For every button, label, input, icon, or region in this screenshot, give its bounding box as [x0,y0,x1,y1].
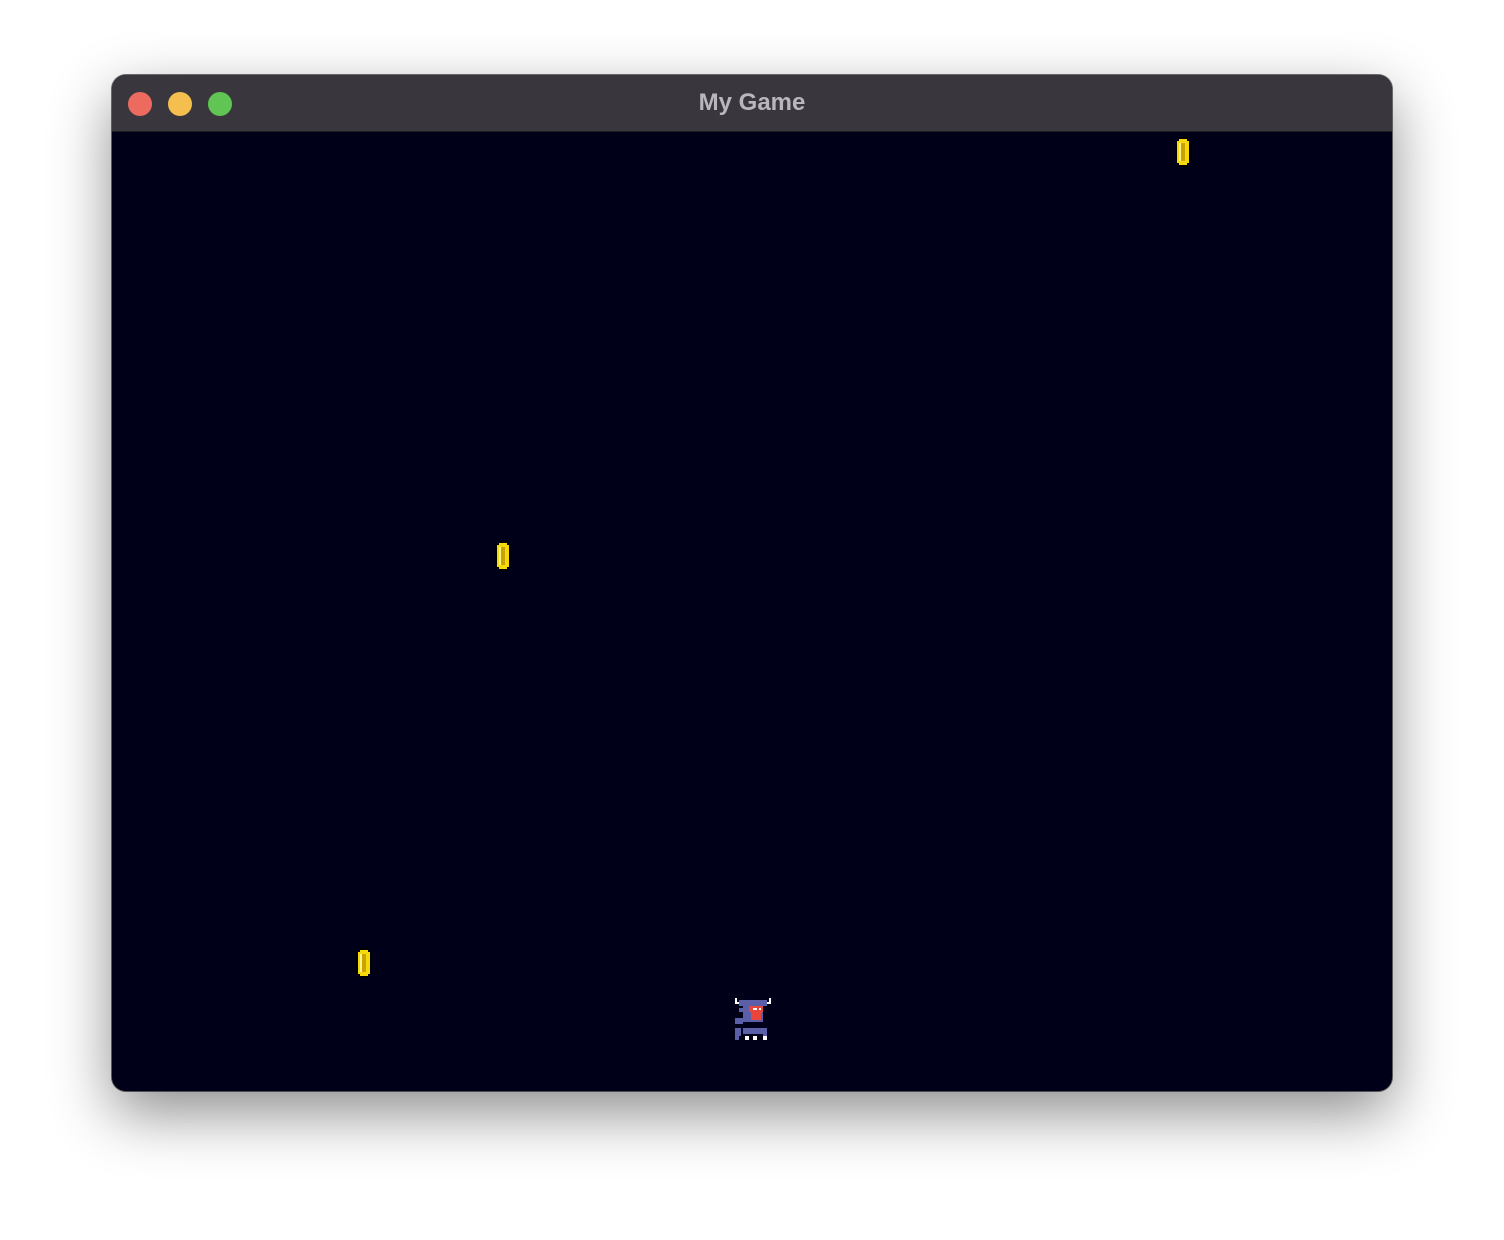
coin-sprite [495,541,511,571]
player-character-sprite [735,998,771,1040]
coin-sprite [1175,137,1191,167]
game-window: My Game [112,75,1392,1091]
title-bar[interactable]: My Game [112,75,1392,132]
window-title: My Game [698,89,806,116]
coin-sprite [356,948,372,978]
game-canvas[interactable] [112,132,1392,1091]
